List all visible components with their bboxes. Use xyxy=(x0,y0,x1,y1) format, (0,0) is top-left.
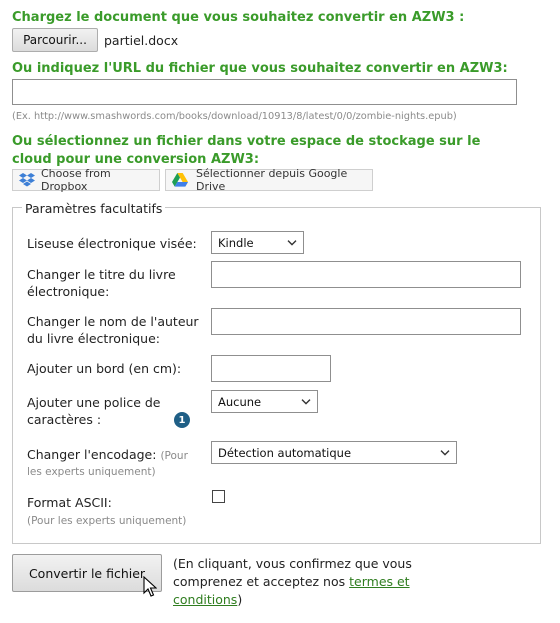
author-label-line2: du livre électronique: xyxy=(27,331,160,346)
encoding-select[interactable]: Détection automatique xyxy=(211,441,457,464)
title-label-line1: Changer le titre du livre xyxy=(27,267,176,282)
author-label: Changer le nom de l'auteur du livre élec… xyxy=(27,313,199,347)
font-select[interactable]: Aucune xyxy=(211,390,318,413)
terms-note-line2: comprenez et acceptez nos xyxy=(173,574,350,589)
upload-heading: Chargez le document que vous souhaitez c… xyxy=(12,10,465,25)
reader-select[interactable]: Kindle xyxy=(211,231,304,254)
cursor-icon xyxy=(143,575,158,602)
convert-button[interactable]: Convertir le fichier xyxy=(12,554,162,592)
title-label: Changer le titre du livre électronique: xyxy=(27,266,176,300)
terms-note: (En cliquant, vous confirmez que vous co… xyxy=(173,555,412,609)
browse-button[interactable]: Parcourir... xyxy=(12,28,98,52)
font-select-value: Aucune xyxy=(218,394,262,409)
ascii-label: Format ASCII: xyxy=(27,495,112,510)
chevron-down-icon xyxy=(440,444,450,458)
conditions-link[interactable]: conditions xyxy=(173,592,237,607)
url-heading: Ou indiquez l'URL du fichier que vous so… xyxy=(12,61,508,76)
google-drive-label: Sélectionner depuis Google Drive xyxy=(196,167,348,193)
border-label: Ajouter un bord (en cm): xyxy=(27,361,182,376)
author-label-line1: Changer le nom de l'auteur xyxy=(27,314,199,329)
font-label-line1: Ajouter une police de xyxy=(27,395,161,410)
title-input[interactable] xyxy=(211,261,521,288)
url-example: (Ex. http://www.smashwords.com/books/dow… xyxy=(12,111,457,122)
border-input[interactable] xyxy=(211,355,331,382)
cloud-heading: Ou sélectionnez un fichier dans votre es… xyxy=(12,133,480,169)
info-icon[interactable]: 1 xyxy=(174,412,190,428)
ascii-hint: (Pour les experts uniquement) xyxy=(27,515,187,527)
selected-file-name: partiel.docx xyxy=(104,33,179,48)
dropbox-icon xyxy=(19,173,35,187)
terms-link[interactable]: termes et xyxy=(349,574,409,589)
google-drive-icon xyxy=(172,173,188,187)
encoding-hint-1: (Pour xyxy=(160,450,188,462)
font-label-line2: caractères : xyxy=(27,412,102,427)
cloud-heading-line1: Ou sélectionnez un fichier dans votre es… xyxy=(12,134,481,149)
url-input[interactable] xyxy=(12,79,517,105)
chevron-down-icon xyxy=(287,234,297,248)
reader-label: Liseuse électronique visée: xyxy=(27,236,197,251)
dropbox-label: Choose from Dropbox xyxy=(41,167,111,193)
encoding-hint-2: les experts uniquement) xyxy=(27,466,156,478)
google-drive-button[interactable]: Sélectionner depuis Google Drive xyxy=(165,167,373,193)
ascii-checkbox[interactable] xyxy=(212,490,225,503)
optional-parameters-legend: Paramètres facultatifs xyxy=(22,201,166,216)
terms-note-end: ) xyxy=(237,592,243,607)
dropbox-button[interactable]: Choose from Dropbox xyxy=(12,167,160,193)
encoding-select-value: Détection automatique xyxy=(218,445,352,460)
encoding-label: Changer l'encodage: (Pour xyxy=(27,446,188,465)
font-label: Ajouter une police de caractères : xyxy=(27,394,161,428)
terms-note-line1: (En cliquant, vous confirmez que vous xyxy=(173,556,412,571)
encoding-label-text: Changer l'encodage: xyxy=(27,447,157,462)
title-label-line2: électronique: xyxy=(27,284,110,299)
chevron-down-icon xyxy=(301,393,311,407)
info-icon-text: 1 xyxy=(178,414,186,426)
reader-select-value: Kindle xyxy=(218,235,254,250)
author-input[interactable] xyxy=(211,308,521,335)
